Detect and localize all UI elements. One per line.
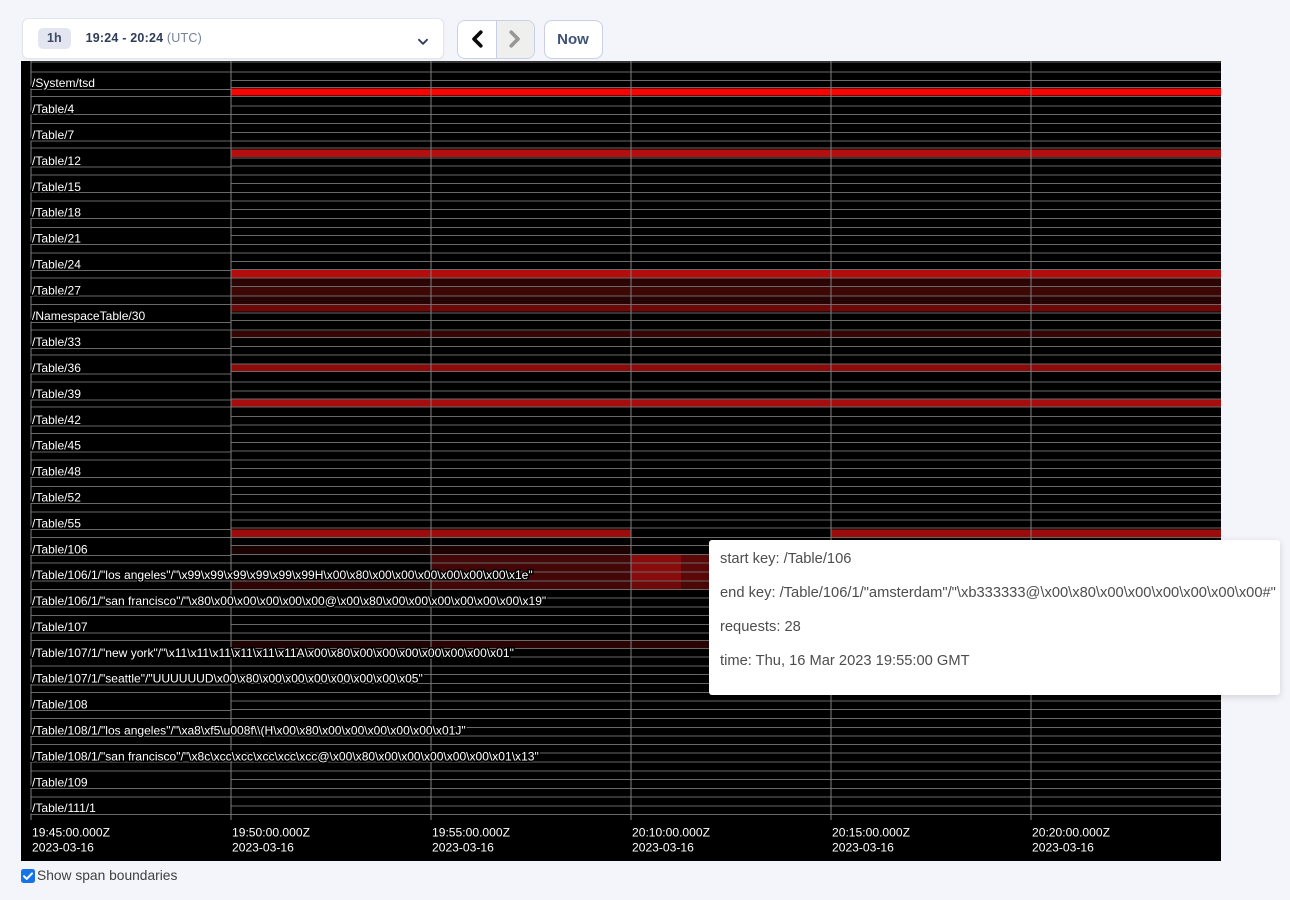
svg-text:/Table/52: /Table/52	[32, 491, 81, 505]
svg-text:/Table/108: /Table/108	[32, 698, 88, 712]
svg-text:/Table/4: /Table/4	[32, 102, 74, 116]
svg-text:/Table/55: /Table/55	[32, 516, 81, 530]
svg-text:/NamespaceTable/30: /NamespaceTable/30	[32, 309, 145, 323]
svg-text:2023-03-16: 2023-03-16	[632, 841, 694, 855]
svg-text:/System/tsd: /System/tsd	[32, 76, 95, 90]
svg-text:/Table/15: /Table/15	[32, 180, 81, 194]
svg-text:/Table/18: /Table/18	[32, 206, 81, 220]
svg-text:/Table/106: /Table/106	[32, 542, 88, 556]
svg-text:/Table/107: /Table/107	[32, 620, 88, 634]
svg-text:/Table/108/1/"san francisco"/": /Table/108/1/"san francisco"/"\x8c\xcc\x…	[32, 749, 539, 763]
svg-text:/Table/45: /Table/45	[32, 439, 81, 453]
svg-text:/Table/7: /Table/7	[32, 128, 74, 142]
svg-text:/Table/108/1/"los angeles"/"\x: /Table/108/1/"los angeles"/"\xa8\xf5\u00…	[32, 724, 466, 738]
svg-text:2023-03-16: 2023-03-16	[1032, 841, 1094, 855]
svg-text:19:45:00.000Z: 19:45:00.000Z	[32, 826, 111, 840]
svg-text:20:15:00.000Z: 20:15:00.000Z	[832, 826, 911, 840]
svg-text:/Table/109: /Table/109	[32, 775, 88, 789]
svg-text:19:50:00.000Z: 19:50:00.000Z	[232, 826, 311, 840]
svg-text:2023-03-16: 2023-03-16	[832, 841, 894, 855]
svg-text:/Table/42: /Table/42	[32, 413, 81, 427]
svg-text:/Table/21: /Table/21	[32, 232, 81, 246]
svg-text:2023-03-16: 2023-03-16	[432, 841, 494, 855]
svg-text:2023-03-16: 2023-03-16	[32, 841, 94, 855]
svg-text:/Table/39: /Table/39	[32, 387, 81, 401]
svg-text:/Table/12: /Table/12	[32, 154, 81, 168]
svg-text:/Table/36: /Table/36	[32, 361, 81, 375]
svg-text:/Table/33: /Table/33	[32, 335, 81, 349]
svg-text:20:20:00.000Z: 20:20:00.000Z	[1032, 826, 1111, 840]
svg-text:/Table/107/1/"new york"/"\x11\: /Table/107/1/"new york"/"\x11\x11\x11\x1…	[32, 646, 514, 660]
svg-text:/Table/106/1/"san francisco"/": /Table/106/1/"san francisco"/"\x80\x00\x…	[32, 594, 546, 608]
svg-text:2023-03-16: 2023-03-16	[232, 841, 294, 855]
svg-text:/Table/107/1/"seattle"/"UUUUUU: /Table/107/1/"seattle"/"UUUUUUD\x00\x80\…	[32, 672, 423, 686]
svg-text:/Table/27: /Table/27	[32, 283, 81, 297]
svg-text:/Table/48: /Table/48	[32, 465, 81, 479]
svg-text:/Table/24: /Table/24	[32, 258, 81, 272]
svg-text:/Table/111/1: /Table/111/1	[32, 801, 96, 815]
svg-text:20:10:00.000Z: 20:10:00.000Z	[632, 826, 711, 840]
svg-text:/Table/106/1/"los angeles"/"\x: /Table/106/1/"los angeles"/"\x99\x99\x99…	[32, 568, 533, 582]
svg-text:19:55:00.000Z: 19:55:00.000Z	[432, 826, 511, 840]
